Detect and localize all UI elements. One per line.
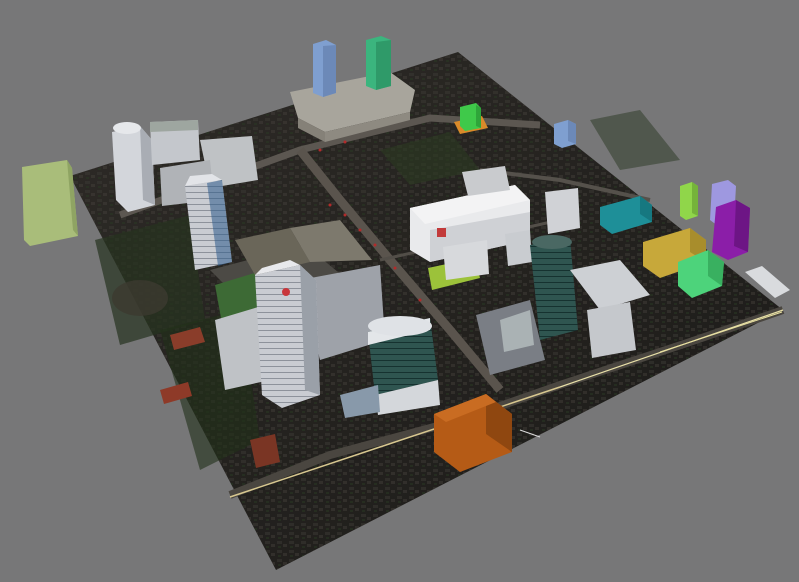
block-teal-green-tower: [366, 36, 391, 90]
city-scene[interactable]: [0, 0, 799, 582]
3d-viewport[interactable]: [0, 0, 799, 582]
tower-main-white: [255, 260, 320, 408]
block-light-green: [22, 160, 78, 246]
block-purple: [712, 200, 750, 260]
block-blue-small: [554, 120, 576, 148]
block-blue-tower-1: [313, 40, 336, 97]
block-lime: [680, 182, 698, 220]
